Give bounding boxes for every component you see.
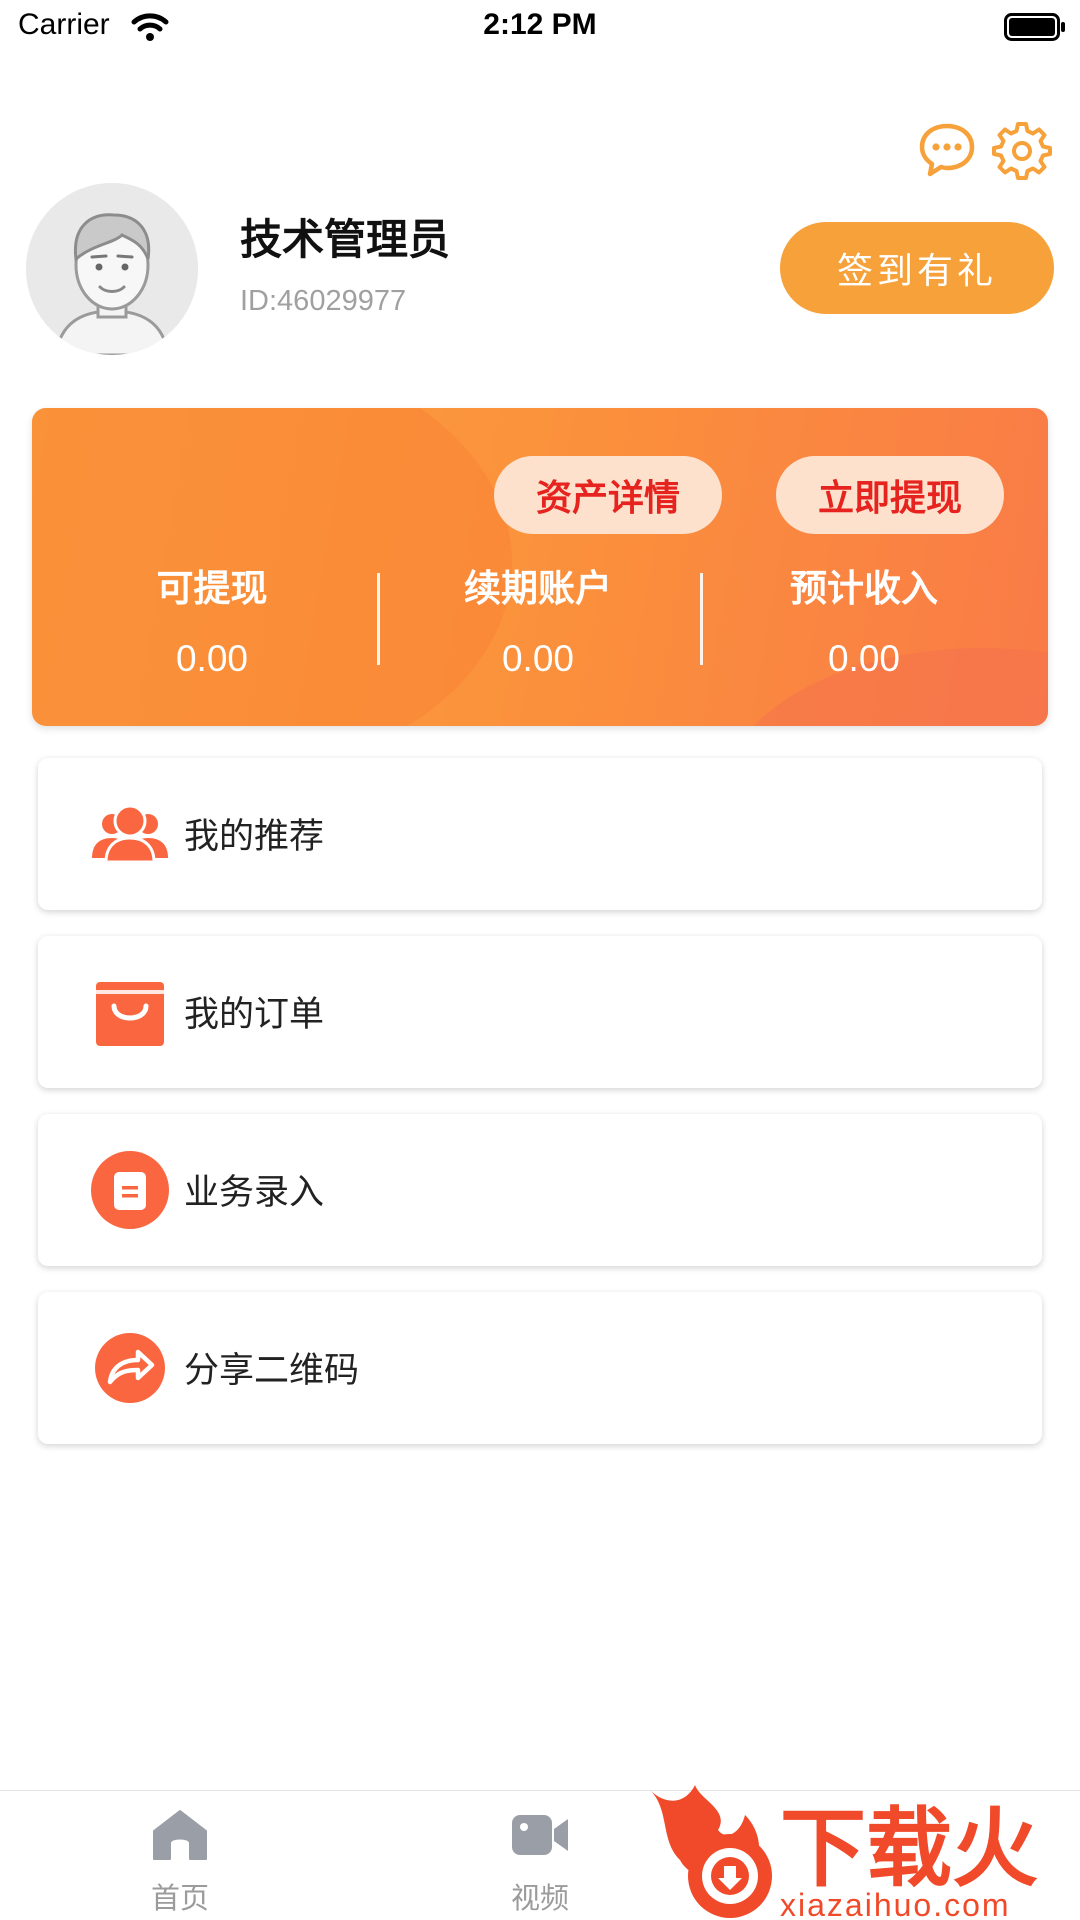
message-icon[interactable] xyxy=(918,122,976,178)
stat-label: 续期账户 xyxy=(464,567,612,610)
tab-label: 首页 xyxy=(150,1881,209,1915)
stat-label: 预计收入 xyxy=(790,567,938,610)
menu-item-business-entry[interactable]: 业务录入 xyxy=(38,1114,1042,1266)
stat-renewal-account: 续期账户 0.00 xyxy=(388,558,688,680)
home-icon xyxy=(153,1810,207,1860)
stat-value: 0.00 xyxy=(175,638,248,679)
group-icon xyxy=(92,804,168,864)
watermark-logo: 下载火 xiazaihuo.com xyxy=(640,1780,1080,1920)
stat-value: 0.00 xyxy=(827,638,900,679)
menu-item-label: 分享二维码 xyxy=(184,1351,360,1391)
menu-item-label: 我的订单 xyxy=(184,995,325,1035)
asset-detail-button[interactable]: 资产详情 xyxy=(494,456,722,534)
asset-card: 资产详情 立即提现 可提现 0.00 续期账户 0.00 预计收入 0.00 xyxy=(32,408,1048,726)
video-camera-icon xyxy=(512,1815,568,1855)
gear-icon[interactable] xyxy=(992,120,1052,180)
stat-expected-income: 预计收入 0.00 xyxy=(714,558,1014,680)
clock: 2:12 PM xyxy=(483,8,597,41)
menu-item-share-qrcode[interactable]: 分享二维码 xyxy=(38,1292,1042,1444)
menu-item-my-referrals[interactable]: 我的推荐 xyxy=(38,758,1042,910)
tab-label: 视频 xyxy=(510,1881,569,1915)
tab-home[interactable]: 首页 xyxy=(90,1791,270,1917)
avatar[interactable] xyxy=(26,183,198,355)
withdraw-button[interactable]: 立即提现 xyxy=(776,456,1004,534)
stat-value: 0.00 xyxy=(501,638,574,679)
divider xyxy=(700,573,703,665)
divider xyxy=(377,573,380,665)
stat-withdrawable: 可提现 0.00 xyxy=(62,558,362,680)
user-id: ID:46029977 xyxy=(240,285,407,317)
battery-icon xyxy=(1004,13,1065,41)
menu-item-my-orders[interactable]: 我的订单 xyxy=(38,936,1042,1088)
menu-item-label: 我的推荐 xyxy=(184,817,325,857)
tab-video[interactable]: 视频 xyxy=(450,1791,630,1917)
watermark-url: xiazaihuo.com xyxy=(780,1887,1011,1920)
menu-item-label: 业务录入 xyxy=(184,1173,325,1213)
share-icon xyxy=(95,1333,165,1403)
username: 技术管理员 xyxy=(240,215,451,264)
status-bar: Carrier 2:12 PM xyxy=(0,0,1080,56)
stat-label: 可提现 xyxy=(156,567,268,610)
watermark-text: 下载火 xyxy=(780,1799,1038,1899)
user-avatar-icon xyxy=(26,183,198,355)
document-icon xyxy=(91,1151,169,1229)
shopping-bag-icon xyxy=(96,982,164,1046)
checkin-button[interactable]: 签到有礼 xyxy=(780,222,1054,314)
